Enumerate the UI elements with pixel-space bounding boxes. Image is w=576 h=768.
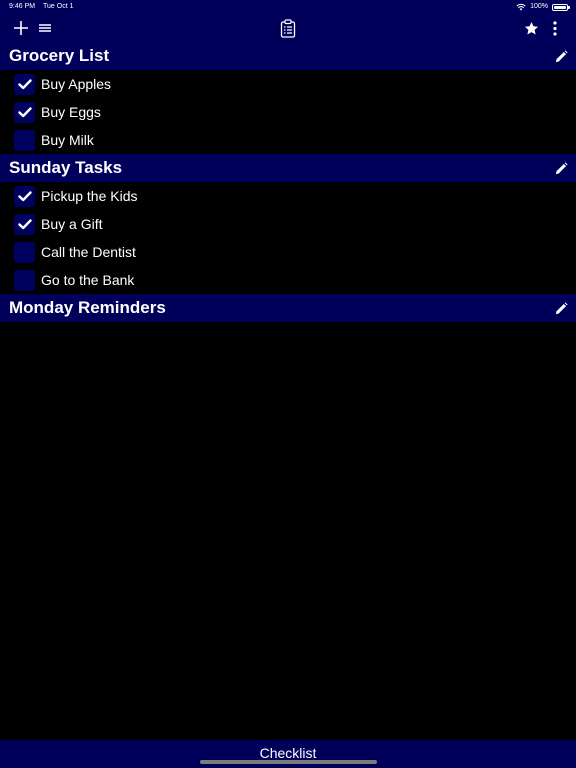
checkbox-unchecked[interactable] bbox=[14, 242, 35, 263]
item-label: Buy Milk bbox=[41, 132, 94, 148]
checkbox-checked[interactable] bbox=[14, 74, 35, 95]
checkmark-icon bbox=[17, 191, 32, 202]
home-indicator[interactable] bbox=[200, 760, 377, 764]
pencil-icon bbox=[555, 301, 568, 314]
item-label: Buy Eggs bbox=[41, 104, 101, 120]
edit-list-button[interactable] bbox=[553, 300, 569, 316]
hamburger-icon bbox=[39, 24, 51, 32]
edit-list-button[interactable] bbox=[553, 48, 569, 64]
list-item[interactable]: Go to the Bank bbox=[0, 266, 576, 294]
list-header-sunday[interactable]: Sunday Tasks bbox=[0, 154, 576, 182]
list-header-grocery[interactable]: Grocery List bbox=[0, 42, 576, 70]
battery-icon bbox=[552, 3, 570, 11]
item-label: Call the Dentist bbox=[41, 244, 136, 260]
more-vertical-icon bbox=[553, 20, 557, 36]
list-item[interactable]: Call the Dentist bbox=[0, 238, 576, 266]
favorite-button[interactable] bbox=[521, 18, 541, 38]
clipboard-button[interactable] bbox=[278, 18, 298, 38]
item-label: Buy Apples bbox=[41, 76, 112, 92]
pencil-icon bbox=[555, 49, 568, 62]
toolbar bbox=[0, 14, 576, 42]
checkbox-unchecked[interactable] bbox=[14, 130, 35, 151]
item-label: Pickup the Kids bbox=[41, 188, 138, 204]
list-title: Sunday Tasks bbox=[9, 158, 123, 177]
status-date: Tue Oct 1 bbox=[43, 3, 74, 10]
checkbox-checked[interactable] bbox=[14, 214, 35, 235]
menu-button[interactable] bbox=[35, 18, 55, 38]
list-item[interactable]: Buy Milk bbox=[0, 126, 576, 154]
checkmark-icon bbox=[17, 79, 32, 90]
pencil-icon bbox=[555, 161, 568, 174]
list-item[interactable]: Pickup the Kids bbox=[0, 182, 576, 210]
list-item[interactable]: Buy a Gift bbox=[0, 210, 576, 238]
list-title: Monday Reminders bbox=[9, 298, 166, 317]
more-options-button[interactable] bbox=[545, 18, 565, 38]
list-header-monday[interactable]: Monday Reminders bbox=[0, 294, 576, 322]
status-bar: 9:46 PM Tue Oct 1 100% bbox=[0, 0, 576, 14]
item-label: Go to the Bank bbox=[41, 272, 135, 288]
status-time: 9:46 PM bbox=[9, 3, 36, 10]
add-list-button[interactable] bbox=[11, 18, 31, 38]
checkmark-icon bbox=[17, 219, 32, 230]
checklist-screen: 9:46 PM Tue Oct 1 100% Grocery List Buy … bbox=[0, 0, 576, 768]
checkbox-unchecked[interactable] bbox=[14, 270, 35, 291]
checkbox-checked[interactable] bbox=[14, 186, 35, 207]
status-right: 100% bbox=[516, 0, 570, 14]
top-bar: 9:46 PM Tue Oct 1 100% bbox=[0, 0, 576, 42]
checkmark-icon bbox=[17, 107, 32, 118]
item-label: Buy a Gift bbox=[41, 216, 103, 232]
list-title: Grocery List bbox=[9, 46, 110, 65]
wifi-icon bbox=[516, 3, 526, 11]
checkbox-checked[interactable] bbox=[14, 102, 35, 123]
clipboard-list-icon bbox=[280, 18, 296, 38]
list-item[interactable]: Buy Eggs bbox=[0, 98, 576, 126]
plus-icon bbox=[14, 21, 28, 35]
star-icon bbox=[524, 21, 538, 34]
battery-percent: 100% bbox=[530, 3, 548, 10]
list-item[interactable]: Buy Apples bbox=[0, 70, 576, 98]
edit-list-button[interactable] bbox=[553, 160, 569, 176]
